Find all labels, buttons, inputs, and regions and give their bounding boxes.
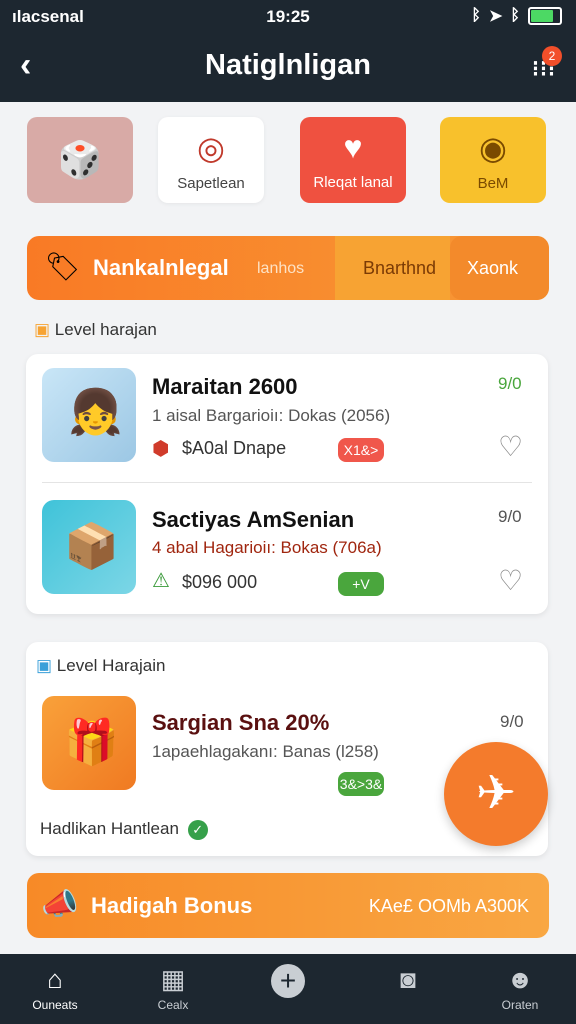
chat-icon: ◉ <box>479 129 507 166</box>
divider <box>42 482 532 483</box>
promo-subtitle: lanhos <box>257 260 305 277</box>
plane-action-button[interactable]: ✈ <box>444 742 548 846</box>
battery-icon <box>528 7 562 25</box>
item-count: 9/0 <box>498 374 522 393</box>
profile-icon: ☻ <box>506 964 534 994</box>
game-icon: 🎲 <box>57 139 103 180</box>
tab-home[interactable]: ⌂ Ouneats <box>5 964 105 1012</box>
heart-icon[interactable]: ♡ <box>498 564 523 597</box>
item-tag: X1&> <box>338 438 384 462</box>
tab-bar: ⌂ Ouneats ▦ Cealx + ◙ ☻ Oraten <box>0 954 576 1024</box>
bonus-title: Hadigah Bonus <box>91 893 253 918</box>
item-title: Maraitan 2600 <box>152 374 298 399</box>
treasure-icon: 📦 <box>64 522 119 571</box>
check-icon: ✓ <box>187 820 208 840</box>
category-tile-rleqat[interactable]: ♥ Rleqat lanal <box>300 117 406 203</box>
home-icon: ⌂ <box>47 964 63 994</box>
calendar-icon: ▦ <box>160 964 186 994</box>
item-count: 9/0 <box>498 507 522 526</box>
status-bar: ılacsenal 19:25 ᛒ ➤ ᛒ <box>0 0 576 34</box>
nav-bar: ‹ Natiglnligan ⁝⁝⁝ 2 <box>0 34 576 102</box>
flag-icon: 🏷 <box>45 251 81 282</box>
heart-icon[interactable]: ♡ <box>498 430 523 463</box>
section-heading: ▣ Level harajan <box>34 320 157 339</box>
camera-icon: ◙ <box>400 964 416 994</box>
status-icons: ᛒ ➤ ᛒ <box>471 6 562 26</box>
notification-badge: 2 <box>542 46 562 66</box>
item-title: Sargian Sna 20% <box>152 710 330 735</box>
bonus-banner[interactable]: 📣 Hadigah Bonus KAe£ OOMb A300K <box>27 873 549 938</box>
promo-end-label: Xaonk <box>467 258 519 278</box>
plus-icon: + <box>271 964 305 998</box>
items-card: 👧 Maraitan 2600 1 aisal Bargarioiı: Doka… <box>26 354 548 614</box>
footer-label: Hadlikan Hantlean ✓ <box>40 819 208 840</box>
category-tile-game[interactable]: 🎲 <box>27 117 133 203</box>
tab-calendar[interactable]: ▦ Cealx <box>123 964 223 1012</box>
item-image[interactable]: 🎁 <box>42 696 136 790</box>
category-tile-sapetlean[interactable]: ◎ Sapetlean <box>158 117 264 203</box>
gift-box-icon: 🎁 <box>64 718 119 767</box>
item-subtitle: 1apaehlagakanı: Banas (l258) <box>152 742 379 761</box>
item-title: Sactiyas AmSenian <box>152 507 355 532</box>
bonus-value: KAe£ OOMb A300K <box>368 896 529 916</box>
tab-camera[interactable]: ◙ <box>358 964 458 994</box>
bluetooth-icon: ᛒ <box>471 7 481 24</box>
location-icon: ➤ <box>488 8 503 25</box>
target-icon: ◎ <box>197 129 225 166</box>
item-subtitle: 4 abal Hagarioiı: Bokas (706a) <box>152 538 382 557</box>
avatar-icon: 👧 <box>68 388 123 437</box>
tile-label: BeM <box>477 174 509 192</box>
bluetooth-icon: ᛒ <box>510 7 520 24</box>
lock-icon: ▣ <box>34 320 51 339</box>
calendar-icon: ▣ <box>36 656 53 675</box>
gift-icon: ♥ <box>343 129 363 165</box>
item-image[interactable]: 📦 <box>42 500 136 594</box>
item-image[interactable]: 👧 <box>42 368 136 462</box>
item-tag: 3&>3& <box>338 772 384 796</box>
page-title: Natiglnligan <box>205 49 371 81</box>
tile-label: Sapetlean <box>177 174 245 192</box>
promo-mid-label: Bnarthnd <box>363 258 437 278</box>
tile-label: Rleqat lanal <box>313 174 393 191</box>
warning-icon: ⚠ <box>152 570 170 592</box>
item-price: $A0al Dnape <box>182 438 287 458</box>
megaphone-icon: 📣 <box>41 888 79 921</box>
promo-banner[interactable]: 🏷 Nankalnlegal lanhos Bnarthnd Xaonk <box>27 236 549 300</box>
item-tag: +V <box>338 572 384 596</box>
tab-profile[interactable]: ☻ Oraten <box>470 964 570 1012</box>
item-subtitle: 1 aisal Bargarioiı: Dokas (2056) <box>152 406 391 425</box>
item-count: 9/0 <box>500 712 524 731</box>
tab-add[interactable]: + <box>238 964 338 998</box>
item-price: $096 000 <box>182 572 258 592</box>
tag-icon: ⬢ <box>152 438 170 460</box>
section-heading: ▣ Level Harajain <box>36 656 166 675</box>
promo-title: Nankalnlegal <box>93 255 229 280</box>
category-tile-bem[interactable]: ◉ BeM <box>440 117 546 203</box>
plane-icon: ✈ <box>475 767 517 820</box>
